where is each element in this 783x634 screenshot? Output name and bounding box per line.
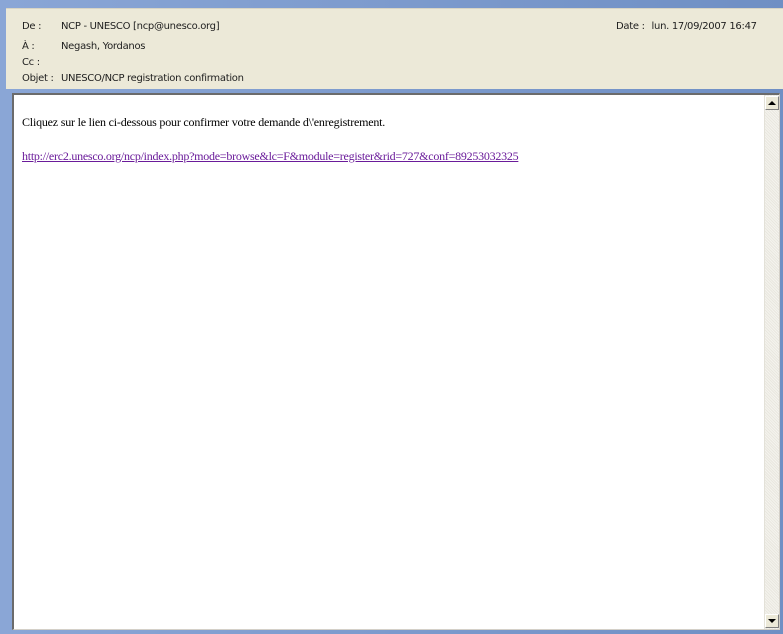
cc-label: Cc : — [22, 57, 40, 68]
subject-label: Objet : — [22, 73, 54, 84]
from-value[interactable]: NCP - UNESCO [ncp@unesco.org] — [61, 21, 220, 32]
date-value: lun. 17/09/2007 16:47 — [651, 21, 757, 32]
to-label: À : — [22, 41, 35, 52]
to-value[interactable]: Negash, Yordanos — [61, 41, 146, 52]
scroll-up-button[interactable] — [765, 96, 779, 110]
arrow-down-icon — [768, 619, 776, 623]
email-window: De : NCP - UNESCO [ncp@unesco.org] À : Neg… — [0, 0, 783, 634]
from-row: De : NCP - UNESCO [ncp@unesco.org] — [22, 21, 220, 32]
message-header: De : NCP - UNESCO [ncp@unesco.org] À : Neg… — [6, 8, 783, 89]
date-row: Date : lun. 17/09/2007 16:47 — [616, 21, 757, 32]
date-label: Date : — [616, 21, 645, 32]
from-label: De : — [22, 21, 42, 32]
message-content: Cliquez sur le lien ci-dessous pour conf… — [22, 115, 759, 164]
message-body[interactable]: Cliquez sur le lien ci-dessous pour conf… — [12, 93, 780, 630]
cc-row: Cc : — [22, 57, 61, 68]
to-row: À : Negash, Yordanos — [22, 41, 146, 52]
vertical-scrollbar[interactable] — [764, 95, 779, 629]
subject-row: Objet : UNESCO/NCP registration confirmat… — [22, 73, 244, 84]
scroll-down-button[interactable] — [765, 614, 779, 628]
arrow-up-icon — [768, 101, 776, 105]
subject-value: UNESCO/NCP registration confirmation — [61, 73, 244, 84]
message-text: Cliquez sur le lien ci-dessous pour conf… — [22, 115, 386, 129]
confirmation-link[interactable]: http://erc2.unesco.org/ncp/index.php?mod… — [22, 149, 519, 164]
